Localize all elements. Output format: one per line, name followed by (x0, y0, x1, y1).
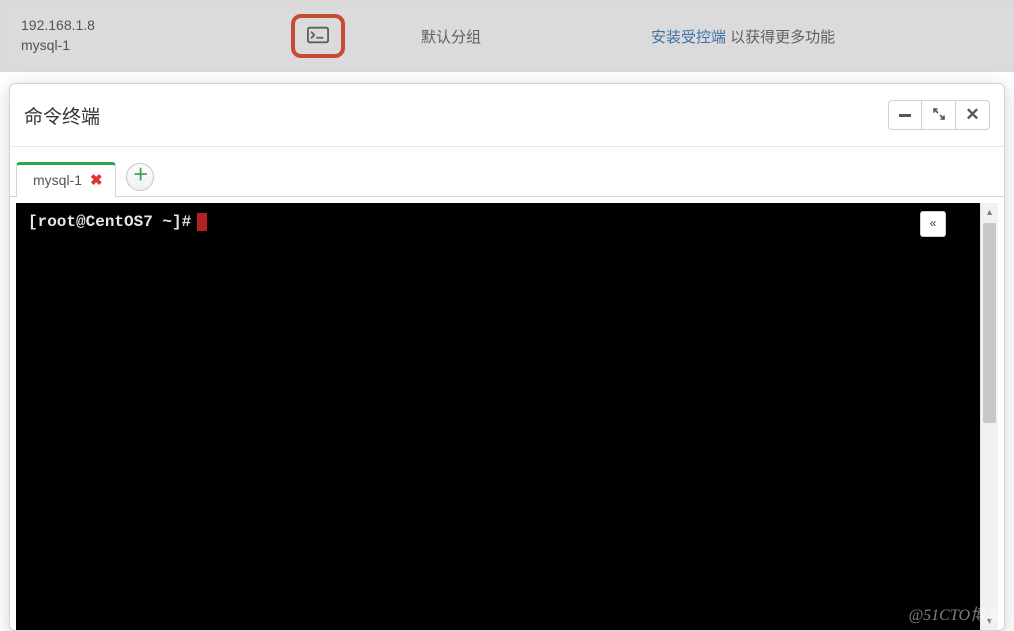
terminal-icon (307, 26, 329, 47)
terminal-modal: 命令终端 ✕ mysql-1 ✖ ＋ (9, 83, 1005, 631)
host-info: 192.168.1.8 mysql-1 (21, 16, 291, 55)
host-action: 安装受控端 以获得更多功能 (651, 26, 835, 47)
tab-close-icon[interactable]: ✖ (90, 171, 103, 189)
vertical-scrollbar[interactable]: ▴ ▾ (980, 203, 998, 630)
host-name: mysql-1 (21, 36, 291, 56)
terminal-tab[interactable]: mysql-1 ✖ (16, 162, 116, 197)
plus-icon: ＋ (133, 170, 147, 184)
install-suffix-text: 以获得更多功能 (726, 29, 835, 46)
scroll-thumb[interactable] (983, 223, 996, 423)
tab-label: mysql-1 (33, 172, 82, 188)
terminal-tab-bar: mysql-1 ✖ ＋ (10, 147, 1004, 197)
host-row: 192.168.1.8 mysql-1 默认分组 安装受控端 以获得更多功能 (0, 0, 1014, 72)
scroll-up-button[interactable]: ▴ (981, 203, 998, 221)
modal-title: 命令终端 (24, 102, 100, 129)
scroll-down-button[interactable]: ▾ (981, 612, 998, 630)
window-controls: ✕ (888, 100, 990, 130)
terminal-output[interactable]: [root@CentOS7 ~]# « (16, 203, 980, 630)
install-agent-link[interactable]: 安装受控端 (651, 29, 726, 46)
host-ip: 192.168.1.8 (21, 16, 291, 36)
chevron-left-icon: « (929, 217, 936, 231)
open-terminal-button[interactable] (291, 14, 345, 58)
expand-icon (933, 108, 945, 123)
modal-header: 命令终端 ✕ (10, 84, 1004, 147)
terminal-prompt-line: [root@CentOS7 ~]# (28, 213, 968, 231)
maximize-button[interactable] (922, 100, 956, 130)
add-tab-button[interactable]: ＋ (126, 163, 154, 191)
terminal-prompt: [root@CentOS7 ~]# (28, 213, 191, 231)
host-group: 默认分组 (421, 26, 651, 47)
close-button[interactable]: ✕ (956, 100, 990, 130)
terminal-body-wrap: [root@CentOS7 ~]# « ▴ ▾ (10, 197, 1004, 630)
collapse-panel-button[interactable]: « (920, 211, 946, 237)
minimize-icon (899, 114, 911, 117)
terminal-launcher-cell (291, 14, 421, 58)
close-icon: ✕ (965, 105, 979, 125)
terminal-cursor (197, 213, 207, 231)
minimize-button[interactable] (888, 100, 922, 130)
